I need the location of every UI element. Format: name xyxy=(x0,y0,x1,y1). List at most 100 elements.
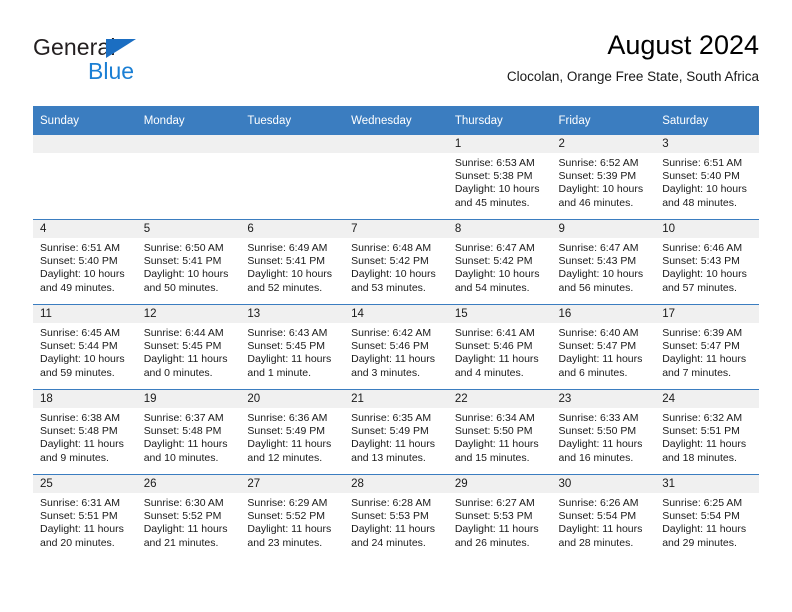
calendar-day-cell[interactable]: 13 Sunrise: 6:43 AM Sunset: 5:45 PM Dayligh… xyxy=(240,304,345,390)
day-details: Sunrise: 6:38 AM Sunset: 5:48 PM Daylight:… xyxy=(33,408,137,465)
day-details: Sunrise: 6:40 AM Sunset: 5:47 PM Daylight:… xyxy=(552,323,656,380)
sunset-time: Sunset: 5:38 PM xyxy=(454,170,533,183)
calendar-day-cell[interactable]: 4 Sunrise: 6:51 AM Sunset: 5:40 PM Daylight… xyxy=(33,219,137,305)
calendar-day-cell[interactable]: 7 Sunrise: 6:48 AM Sunset: 5:42 PM Daylight… xyxy=(344,219,448,305)
calendar-day-cell[interactable]: 12 Sunrise: 6:44 AM Sunset: 5:45 PM Dayligh… xyxy=(136,304,241,390)
sunset-time: Sunset: 5:46 PM xyxy=(454,340,533,353)
calendar-day-cell[interactable]: 11 Sunrise: 6:45 AM Sunset: 5:44 PM Dayligh… xyxy=(33,304,137,390)
day-number: 14 xyxy=(344,305,448,323)
brand-logo[interactable]: General Blue xyxy=(33,34,213,92)
sunrise-time: Sunrise: 6:38 AM xyxy=(40,412,120,424)
daylight-duration-line2: and 59 minutes. xyxy=(40,366,115,379)
calendar-day-cell[interactable]: 17 Sunrise: 6:39 AM Sunset: 5:47 PM Dayligh… xyxy=(655,304,759,390)
calendar-day-cell[interactable]: 20 Sunrise: 6:36 AM Sunset: 5:49 PM Dayligh… xyxy=(240,389,345,475)
day-details: Sunrise: 6:44 AM Sunset: 5:45 PM Daylight:… xyxy=(137,323,241,380)
sunset-time: Sunset: 5:49 PM xyxy=(247,425,326,438)
calendar-day-cell[interactable]: 30 Sunrise: 6:26 AM Sunset: 5:54 PM Dayligh… xyxy=(551,474,656,559)
calendar-day-cell[interactable]: 29 Sunrise: 6:27 AM Sunset: 5:53 PM Dayligh… xyxy=(447,474,552,559)
blue-triangle-icon xyxy=(106,39,136,58)
calendar-day-cell[interactable]: 18 Sunrise: 6:38 AM Sunset: 5:48 PM Dayligh… xyxy=(33,389,137,475)
calendar-day-cell[interactable]: 10 Sunrise: 6:46 AM Sunset: 5:43 PM Dayligh… xyxy=(655,219,759,305)
calendar-day-cell[interactable]: 19 Sunrise: 6:37 AM Sunset: 5:48 PM Dayligh… xyxy=(136,389,241,475)
sunset-time: Sunset: 5:43 PM xyxy=(662,255,740,268)
sunset-time: Sunset: 5:42 PM xyxy=(351,255,429,268)
sunset-time: Sunset: 5:45 PM xyxy=(143,340,222,353)
day-number: 27 xyxy=(240,475,345,493)
day-details: Sunrise: 6:45 AM Sunset: 5:44 PM Daylight:… xyxy=(33,323,137,380)
calendar-day-cell[interactable]: 31 Sunrise: 6:25 AM Sunset: 5:54 PM Dayligh… xyxy=(655,474,759,559)
daylight-duration-line2: and 52 minutes. xyxy=(247,281,323,294)
daylight-duration-line2: and 26 minutes. xyxy=(454,536,530,549)
calendar-day-cell[interactable]: 26 Sunrise: 6:30 AM Sunset: 5:52 PM Dayligh… xyxy=(136,474,241,559)
sunrise-time: Sunrise: 6:33 AM xyxy=(558,412,639,424)
calendar-week-row: 11 Sunrise: 6:45 AM Sunset: 5:44 PM Dayligh… xyxy=(33,304,759,390)
daylight-duration-line2: and 54 minutes. xyxy=(454,281,530,294)
weekday-header-tuesday: Tuesday xyxy=(240,106,345,135)
daylight-duration-line2: and 3 minutes. xyxy=(351,366,420,379)
weekday-header-saturday: Saturday xyxy=(655,106,759,135)
sunset-time: Sunset: 5:50 PM xyxy=(454,425,533,438)
weekday-header-thursday: Thursday xyxy=(447,106,552,135)
sunrise-time: Sunrise: 6:44 AM xyxy=(143,327,224,339)
day-number: 3 xyxy=(655,135,759,153)
sunrise-time: Sunrise: 6:52 AM xyxy=(558,157,639,169)
day-details: Sunrise: 6:51 AM Sunset: 5:40 PM Daylight:… xyxy=(33,238,137,295)
calendar-day-cell[interactable]: 9 Sunrise: 6:47 AM Sunset: 5:43 PM Daylight… xyxy=(551,219,656,305)
daylight-duration-line1: Daylight: 10 hours xyxy=(247,268,333,281)
day-number: 9 xyxy=(551,220,656,238)
sunrise-time: Sunrise: 6:41 AM xyxy=(454,327,535,339)
day-details: Sunrise: 6:52 AM Sunset: 5:39 PM Daylight:… xyxy=(552,153,656,210)
brand-name-general: General xyxy=(33,34,116,60)
daylight-duration-line2: and 24 minutes. xyxy=(351,536,426,549)
daylight-duration-line1: Daylight: 11 hours xyxy=(558,523,643,536)
daylight-duration-line2: and 16 minutes. xyxy=(558,451,634,464)
sunrise-time: Sunrise: 6:47 AM xyxy=(454,242,535,254)
calendar-day-cell[interactable]: 22 Sunrise: 6:34 AM Sunset: 5:50 PM Dayligh… xyxy=(447,389,552,475)
day-details: Sunrise: 6:47 AM Sunset: 5:43 PM Daylight:… xyxy=(552,238,656,295)
sunset-time: Sunset: 5:39 PM xyxy=(558,170,637,183)
calendar-day-cell[interactable]: 23 Sunrise: 6:33 AM Sunset: 5:50 PM Dayligh… xyxy=(551,389,656,475)
daylight-duration-line1: Daylight: 11 hours xyxy=(143,523,228,536)
day-details: Sunrise: 6:31 AM Sunset: 5:51 PM Daylight:… xyxy=(33,493,137,550)
daylight-duration-line1: Daylight: 10 hours xyxy=(558,183,644,196)
day-number: 5 xyxy=(136,220,241,238)
calendar-day-cell[interactable]: 8 Sunrise: 6:47 AM Sunset: 5:42 PM Daylight… xyxy=(447,219,552,305)
day-number: 24 xyxy=(655,390,759,408)
calendar-day-cell[interactable]: 1 Sunrise: 6:53 AM Sunset: 5:38 PM Daylight… xyxy=(447,135,552,220)
calendar-grid: Sunday Monday Tuesday Wednesday Thursday… xyxy=(33,106,759,559)
sunrise-time: Sunrise: 6:37 AM xyxy=(143,412,224,424)
daylight-duration-line2: and 21 minutes. xyxy=(143,536,219,549)
daylight-duration-line1: Daylight: 11 hours xyxy=(454,523,539,536)
day-details: Sunrise: 6:36 AM Sunset: 5:49 PM Daylight:… xyxy=(240,408,344,465)
weekday-header-sunday: Sunday xyxy=(33,106,137,135)
day-number xyxy=(344,135,448,153)
calendar-day-cell[interactable]: 16 Sunrise: 6:40 AM Sunset: 5:47 PM Dayligh… xyxy=(551,304,656,390)
weekday-header-wednesday: Wednesday xyxy=(344,106,448,135)
sunset-time: Sunset: 5:53 PM xyxy=(351,510,429,523)
calendar-day-cell[interactable]: 28 Sunrise: 6:28 AM Sunset: 5:53 PM Dayligh… xyxy=(344,474,448,559)
day-details: Sunrise: 6:46 AM Sunset: 5:43 PM Daylight:… xyxy=(655,238,759,295)
daylight-duration-line1: Daylight: 11 hours xyxy=(454,438,539,451)
daylight-duration-line1: Daylight: 10 hours xyxy=(40,353,125,366)
calendar-day-cell[interactable]: 5 Sunrise: 6:50 AM Sunset: 5:41 PM Daylight… xyxy=(136,219,241,305)
daylight-duration-line1: Daylight: 11 hours xyxy=(662,353,747,366)
sunset-time: Sunset: 5:54 PM xyxy=(662,510,740,523)
calendar-day-cell[interactable]: 21 Sunrise: 6:35 AM Sunset: 5:49 PM Dayligh… xyxy=(344,389,448,475)
day-number xyxy=(240,135,345,153)
calendar-day-cell[interactable]: 24 Sunrise: 6:32 AM Sunset: 5:51 PM Dayligh… xyxy=(655,389,759,475)
sunset-time: Sunset: 5:43 PM xyxy=(558,255,637,268)
calendar-day-cell[interactable]: 15 Sunrise: 6:41 AM Sunset: 5:46 PM Dayligh… xyxy=(447,304,552,390)
calendar-day-cell[interactable]: 3 Sunrise: 6:51 AM Sunset: 5:40 PM Daylight… xyxy=(655,135,759,220)
sunrise-time: Sunrise: 6:45 AM xyxy=(40,327,120,339)
sunset-time: Sunset: 5:45 PM xyxy=(247,340,326,353)
calendar-day-cell[interactable]: 6 Sunrise: 6:49 AM Sunset: 5:41 PM Daylight… xyxy=(240,219,345,305)
calendar-day-cell[interactable]: 14 Sunrise: 6:42 AM Sunset: 5:46 PM Dayligh… xyxy=(344,304,448,390)
calendar-day-cell[interactable]: 2 Sunrise: 6:52 AM Sunset: 5:39 PM Daylight… xyxy=(551,135,656,220)
calendar-cell-empty xyxy=(136,135,241,220)
day-number: 22 xyxy=(447,390,552,408)
sunrise-time: Sunrise: 6:43 AM xyxy=(247,327,328,339)
sunrise-time: Sunrise: 6:31 AM xyxy=(40,497,120,509)
calendar-cell-empty xyxy=(33,135,137,220)
calendar-day-cell[interactable]: 25 Sunrise: 6:31 AM Sunset: 5:51 PM Dayligh… xyxy=(33,474,137,559)
calendar-day-cell[interactable]: 27 Sunrise: 6:29 AM Sunset: 5:52 PM Dayligh… xyxy=(240,474,345,559)
